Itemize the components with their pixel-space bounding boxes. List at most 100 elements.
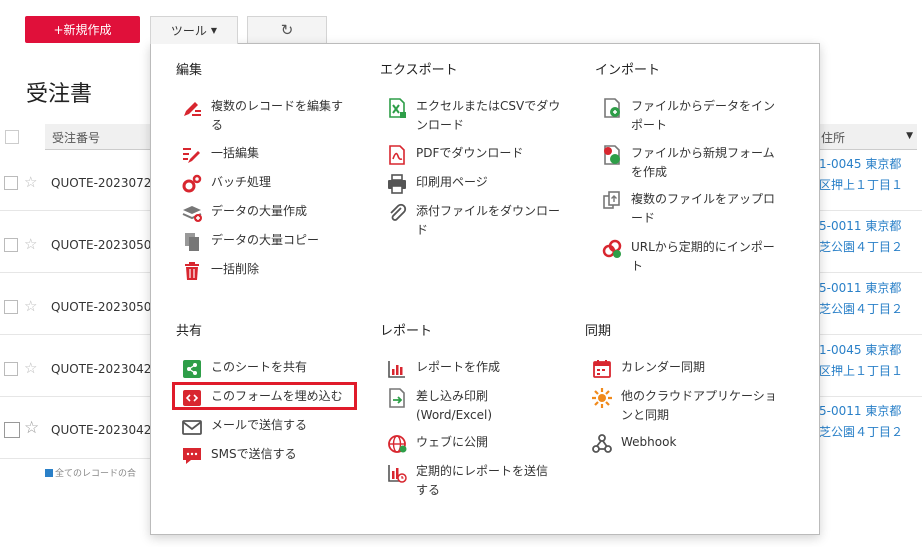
envelope-icon <box>182 420 202 435</box>
menu-item-label: ファイルから新規フォーム を作成 <box>631 146 775 179</box>
refresh-icon: ↻ <box>280 21 294 39</box>
menu-item-label: Webhook <box>621 435 677 449</box>
menu-item-import-data[interactable]: ファイルからデータをイン ポート <box>601 97 801 135</box>
record-count-label: 全てのレコードの合 <box>55 469 137 479</box>
menu-item-webhook[interactable]: Webhook <box>591 433 791 455</box>
star-icon[interactable]: ☆ <box>24 237 37 252</box>
section-title-edit: 編集 <box>176 63 203 78</box>
menu-item-edit-multiple[interactable]: 複数のレコードを編集す る <box>181 97 381 135</box>
table-row-address-line2[interactable]: 区押上１丁目１ <box>819 175 922 195</box>
table-row-address-line2[interactable]: 区押上１丁目１ <box>819 361 922 381</box>
select-all-checkbox[interactable] <box>5 130 19 144</box>
menu-item-scheduled-report[interactable]: 定期的にレポートを送信 する <box>386 462 586 500</box>
menu-item-send-sms[interactable]: SMSで送信する <box>181 445 381 467</box>
menu-item-download-attachments[interactable]: 添付ファイルをダウンロー ド <box>386 202 586 240</box>
row-checkbox[interactable] <box>4 362 18 376</box>
menu-item-embed-form[interactable]: このフォームを埋め込む <box>181 387 381 409</box>
column-header-address[interactable]: 住所 ▼ <box>820 124 917 150</box>
row-checkbox[interactable] <box>4 422 20 438</box>
pencil-lines-icon <box>184 102 201 116</box>
menu-item-label: ウェブに公開 <box>416 435 489 449</box>
record-count-note[interactable]: 全てのレコードの合 <box>45 466 150 479</box>
merge-doc-icon <box>389 388 405 408</box>
table-row-address-line1[interactable]: 5-0011 東京都 <box>819 278 922 298</box>
menu-item-send-email[interactable]: メールで送信する <box>181 416 381 438</box>
menu-item-print[interactable]: 印刷用ページ <box>386 173 586 195</box>
menu-item-export-excel[interactable]: エクセルまたはCSVでダウ ンロード <box>386 97 586 135</box>
menu-item-mail-merge[interactable]: 差し込み印刷 (Word/Excel) <box>386 387 586 425</box>
menu-item-calendar-sync[interactable]: カレンダー同期 <box>591 358 791 380</box>
table-row-id[interactable]: QUOTE-2023042 <box>51 362 150 376</box>
menu-item-label: このシートを共有 <box>211 360 308 374</box>
menu-item-label: レポートを作成 <box>416 360 501 374</box>
globe-icon <box>388 435 407 453</box>
section-title-import: インポート <box>595 63 661 78</box>
tools-label: ツール <box>170 24 207 38</box>
table-row-id[interactable]: QUOTE-2023050 <box>51 300 150 314</box>
menu-item-mass-copy[interactable]: データの大量コピー <box>181 231 381 253</box>
scheduled-chart-icon <box>388 465 407 483</box>
copy-icon <box>185 233 199 251</box>
star-icon[interactable]: ☆ <box>24 299 37 314</box>
menu-item-label: バッチ処理 <box>211 175 272 189</box>
column-header-id[interactable]: 受注番号 <box>45 124 150 150</box>
section-title-export: エクスポート <box>380 63 458 78</box>
sms-chat-icon <box>183 448 201 464</box>
menu-item-share-sheet[interactable]: このシートを共有 <box>181 358 381 380</box>
new-record-button[interactable]: +新規作成 <box>25 16 140 43</box>
table-row-address-line1[interactable]: 5-0011 東京都 <box>819 401 922 421</box>
menu-item-create-report[interactable]: レポートを作成 <box>386 358 586 380</box>
menu-item-publish-web[interactable]: ウェブに公開 <box>386 433 586 455</box>
menu-item-create-form-from-file[interactable]: ファイルから新規フォーム を作成 <box>601 144 801 182</box>
table-row-address-line1[interactable]: 5-0011 東京都 <box>819 216 922 236</box>
row-checkbox[interactable] <box>4 176 18 190</box>
row-divider <box>820 396 922 397</box>
row-divider <box>0 210 150 211</box>
table-row-address-line2[interactable]: 芝公園４丁目２ <box>819 237 922 257</box>
menu-item-label: URLから定期的にインポー ト <box>631 240 775 273</box>
menu-item-import-url[interactable]: URLから定期的にインポー ト <box>601 238 801 276</box>
embed-code-icon <box>183 390 201 406</box>
menu-item-upload-files[interactable]: 複数のファイルをアップロ ード <box>601 190 801 228</box>
file-new-form-icon <box>604 145 620 165</box>
table-row-address-line2[interactable]: 芝公園４丁目２ <box>819 422 922 442</box>
row-checkbox[interactable] <box>4 300 18 314</box>
menu-item-export-pdf[interactable]: PDFでダウンロード <box>386 144 586 166</box>
tools-menu-button[interactable]: ツール ▼ <box>150 16 238 44</box>
star-icon[interactable]: ☆ <box>24 420 39 437</box>
refresh-button[interactable]: ↻ <box>247 16 327 44</box>
menu-item-label: SMSで送信する <box>211 447 297 461</box>
menu-item-label: 一括削除 <box>211 262 260 276</box>
pdf-file-icon <box>389 145 405 165</box>
file-import-icon <box>604 98 620 118</box>
table-row-address-line2[interactable]: 芝公園４丁目２ <box>819 299 922 319</box>
star-icon[interactable]: ☆ <box>24 361 37 376</box>
table-row-id[interactable]: QUOTE-2023050 <box>51 238 150 252</box>
menu-item-cloud-sync[interactable]: 他のクラウドアプリケーショ ンと同期 <box>591 387 791 425</box>
star-icon[interactable]: ☆ <box>24 175 37 190</box>
row-divider <box>820 272 922 273</box>
table-row-id[interactable]: QUOTE-2023072 <box>51 176 150 190</box>
row-checkbox[interactable] <box>4 238 18 252</box>
menu-item-batch[interactable]: バッチ処理 <box>181 173 381 195</box>
table-row-address-line1[interactable]: 1-0045 東京都 <box>819 340 922 360</box>
calendar-icon <box>593 360 611 378</box>
gears-icon <box>182 174 202 193</box>
table-row-address-line1[interactable]: 1-0045 東京都 <box>819 154 922 174</box>
webhook-icon <box>592 434 612 453</box>
menu-item-mass-create[interactable]: データの大量作成 <box>181 202 381 224</box>
sun-sync-icon <box>592 388 612 408</box>
menu-item-bulk-delete[interactable]: 一括削除 <box>181 260 381 282</box>
excel-file-icon <box>389 98 406 118</box>
menu-item-label: 印刷用ページ <box>416 175 488 189</box>
bar-chart-icon <box>388 361 405 378</box>
menu-item-label: カレンダー同期 <box>621 360 706 374</box>
table-row-id[interactable]: QUOTE-2023042 <box>51 423 150 437</box>
files-upload-icon <box>603 191 620 209</box>
menu-item-label: 複数のレコードを編集す る <box>211 99 344 132</box>
row-divider <box>0 396 150 397</box>
column-header-address-label: 住所 <box>821 131 846 145</box>
trash-icon <box>185 262 199 280</box>
menu-item-label: PDFでダウンロード <box>416 146 524 160</box>
menu-item-bulk-edit[interactable]: 一括編集 <box>181 144 381 166</box>
